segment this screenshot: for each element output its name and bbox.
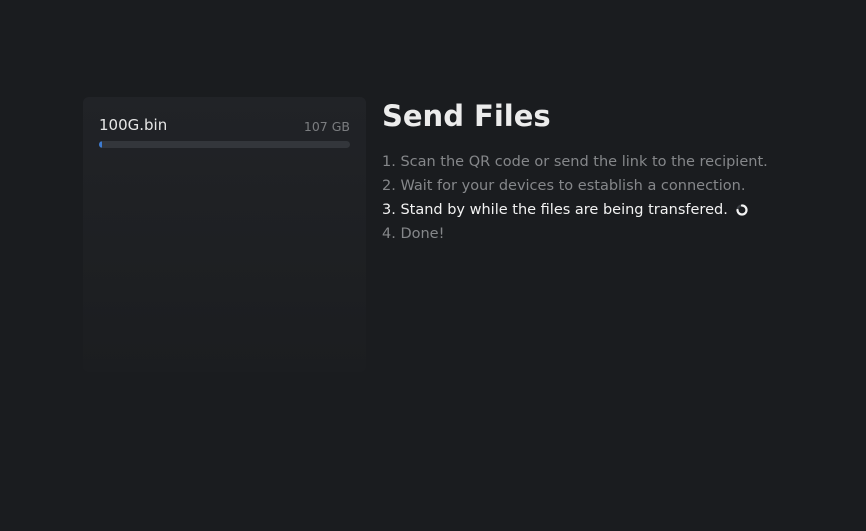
steps-list: 1. Scan the QR code or send the link to … bbox=[382, 152, 768, 248]
step-label: 2. Wait for your devices to establish a … bbox=[382, 178, 746, 194]
file-list-panel: 100G.bin 107 GB bbox=[83, 97, 366, 372]
step-item-connect: 2. Wait for your devices to establish a … bbox=[382, 176, 768, 200]
step-label: 4. Done! bbox=[382, 226, 445, 242]
step-item-scan: 1. Scan the QR code or send the link to … bbox=[382, 152, 768, 176]
step-label: 1. Scan the QR code or send the link to … bbox=[382, 154, 768, 170]
spinner-icon bbox=[736, 204, 749, 216]
step-label: 3. Stand by while the files are being tr… bbox=[382, 202, 728, 218]
step-item-done: 4. Done! bbox=[382, 224, 768, 248]
file-progress-bar bbox=[99, 141, 350, 148]
file-size: 107 GB bbox=[303, 119, 350, 134]
file-progress-fill bbox=[99, 141, 102, 148]
step-item-transfer: 3. Stand by while the files are being tr… bbox=[382, 200, 768, 224]
file-name: 100G.bin bbox=[99, 116, 168, 134]
page-title: Send Files bbox=[382, 99, 551, 133]
